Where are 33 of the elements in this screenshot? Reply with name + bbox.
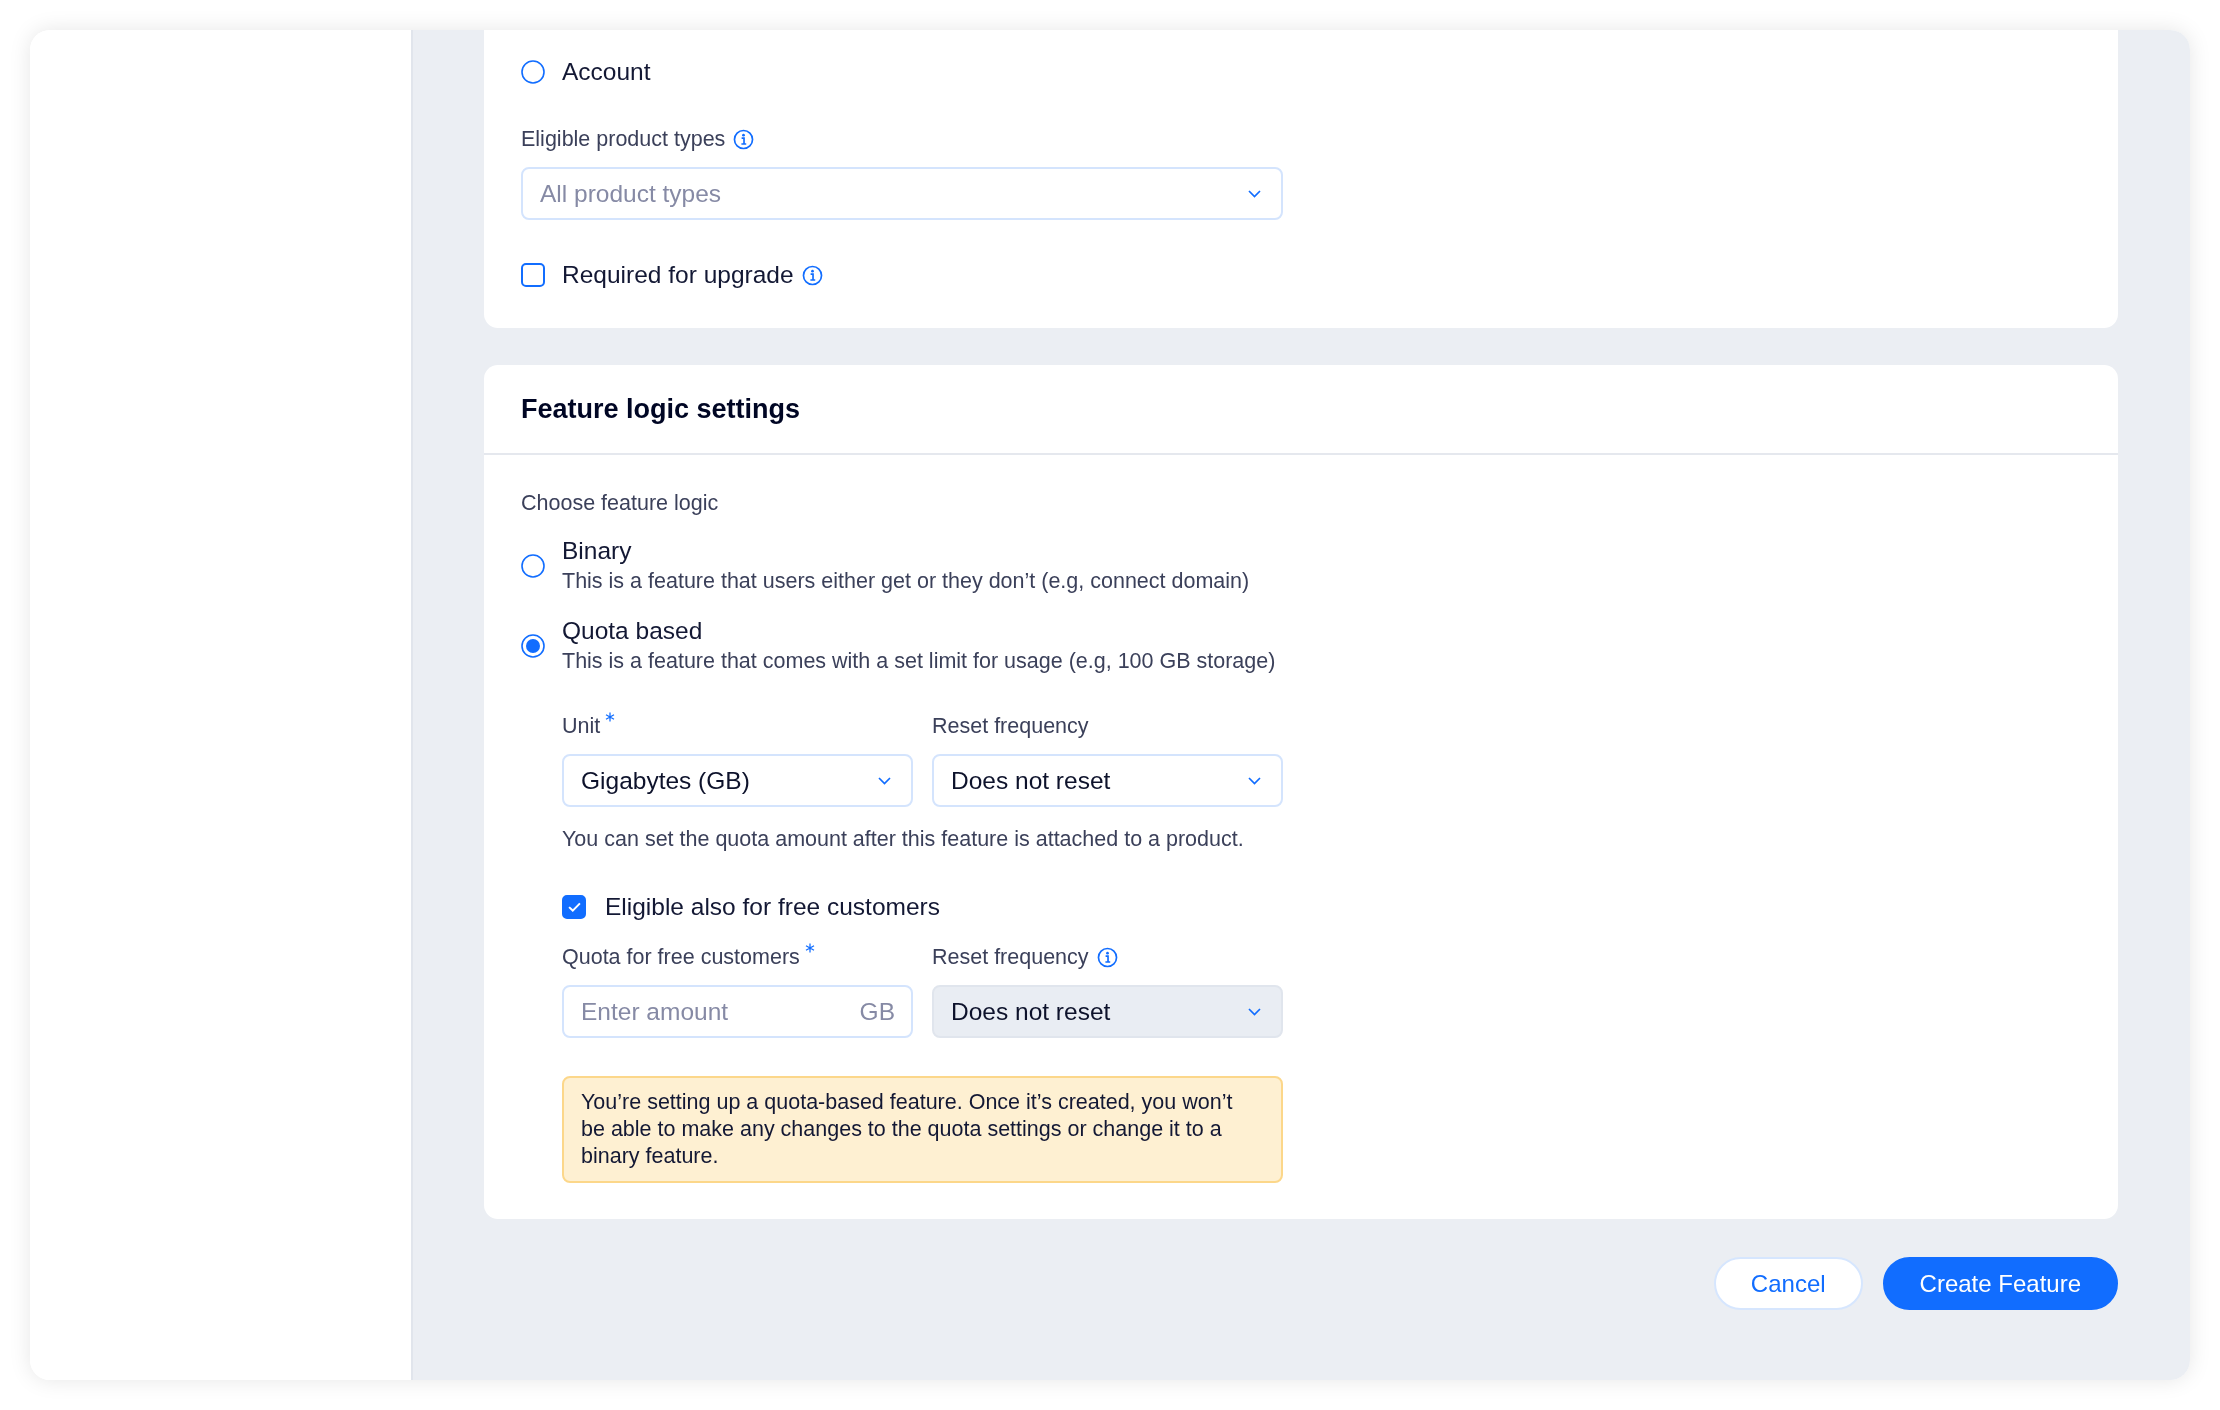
- field-label: Choose feature logic: [521, 491, 719, 515]
- checkbox[interactable]: [521, 263, 545, 287]
- option-description: This is a feature that users either get or they don’t (e.g, connect domain): [562, 569, 1250, 593]
- option-description: This is a feature that comes with a set limit for usage (e.g, 100 GB storage): [562, 649, 1276, 673]
- radio-button[interactable]: [521, 60, 545, 84]
- helper-text: You can set the quota amount after this feature is attached to a product.: [562, 827, 1244, 851]
- check-icon: [567, 902, 581, 912]
- dropdown[interactable]: Gigabytes (GB): [562, 754, 913, 807]
- field-label: Unit: [562, 713, 601, 740]
- field-label: Reset frequency: [932, 944, 1089, 971]
- radio-label: Account: [562, 57, 651, 87]
- warning-message: You’re setting up a quota-based feature. Once it’s created, you won’t be able to make any changes to the quota settings or change it to a binary feature.: [562, 1076, 1283, 1183]
- checkbox-label: Required for upgrade: [562, 260, 794, 290]
- card-title: Feature logic settings: [521, 393, 801, 425]
- field-label: Quota for free customers: [562, 944, 800, 971]
- chevron-down-icon: [1248, 189, 1261, 198]
- checkbox[interactable]: [562, 895, 586, 919]
- chevron-down-icon: [878, 776, 891, 785]
- field-label: Eligible product types: [521, 126, 726, 153]
- field-label: Reset frequency: [932, 713, 1089, 740]
- create-button[interactable]: Create Feature: [1882, 1257, 2118, 1310]
- info-icon[interactable]: [733, 128, 755, 150]
- radio-label: Quota based: [562, 617, 703, 644]
- radio-button[interactable]: [521, 554, 545, 578]
- chevron-down-icon: [1248, 776, 1261, 785]
- checkbox-label: Eligible also for free customers: [605, 892, 940, 922]
- unit-suffix: GB: [859, 996, 895, 1027]
- radio-label: Binary: [562, 537, 632, 564]
- cancel-button[interactable]: Cancel: [1713, 1257, 1863, 1310]
- chevron-down-icon: [1248, 1007, 1261, 1016]
- radio-button[interactable]: [521, 634, 545, 658]
- info-icon[interactable]: [801, 264, 823, 286]
- dropdown[interactable]: Does not reset: [932, 754, 1283, 807]
